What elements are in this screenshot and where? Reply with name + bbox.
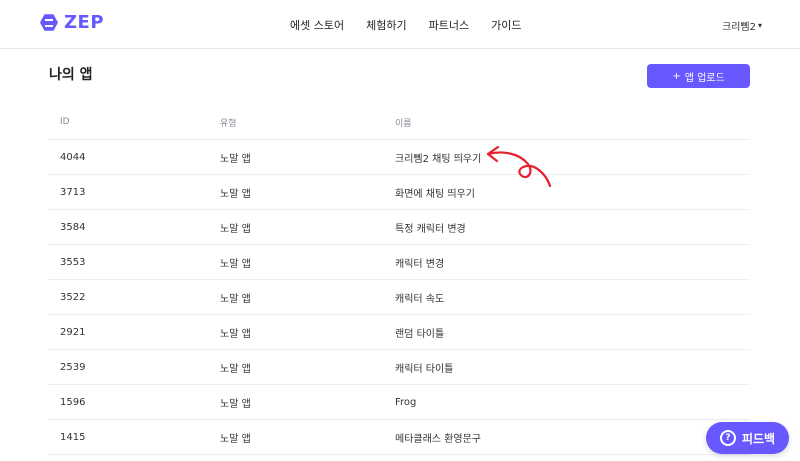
logo-text: ZEP: [64, 12, 105, 33]
row-id: 2539: [60, 361, 86, 373]
apps-table: ID 유형 이름 4044 노말 앱 크리뻼2 채팅 띄우기 3713 노말 앱…: [48, 105, 750, 455]
row-name: 캐릭터 타이틀: [395, 363, 454, 375]
column-header-type: 유형: [220, 118, 237, 129]
table-row[interactable]: 1415 노말 앱 메타클래스 환영문구: [48, 420, 750, 455]
row-type: 노말 앱: [220, 363, 251, 375]
zep-logo-icon: [40, 14, 58, 31]
row-id: 4044: [60, 151, 86, 163]
row-type: 노말 앱: [220, 223, 251, 235]
user-menu[interactable]: 크리뻼2 ▾: [722, 18, 762, 33]
row-id: 3522: [60, 291, 86, 303]
table-header: ID 유형 이름: [48, 105, 750, 140]
table-row[interactable]: 1596 노말 앱 Frog: [48, 385, 750, 420]
row-name: 특정 캐릭터 변경: [395, 223, 466, 235]
row-type: 노말 앱: [220, 258, 251, 270]
row-name: 랜덤 타이틀: [395, 328, 445, 340]
row-type: 노말 앱: [220, 153, 251, 165]
row-name: 크리뻼2 채팅 띄우기: [395, 153, 482, 165]
row-id: 3584: [60, 221, 86, 233]
caret-down-icon: ▾: [757, 21, 762, 30]
row-name: Frog: [395, 396, 417, 408]
row-type: 노말 앱: [220, 328, 251, 340]
table-row[interactable]: 3553 노말 앱 캐릭터 변경: [48, 245, 750, 280]
row-id: 3553: [60, 256, 86, 268]
zep-logo[interactable]: ZEP: [40, 12, 104, 33]
feedback-button[interactable]: ? 피드백: [706, 422, 789, 454]
page-title: 나의 앱: [49, 67, 93, 83]
row-type: 노말 앱: [220, 433, 251, 445]
upload-app-label: 앱 업로드: [684, 72, 725, 84]
row-id: 3713: [60, 186, 86, 198]
row-type: 노말 앱: [220, 188, 251, 200]
row-id: 2921: [60, 326, 86, 338]
row-id: 1415: [60, 431, 86, 443]
plus-icon: +: [672, 70, 681, 82]
user-name: 크리뻼2: [722, 22, 756, 33]
column-header-name: 이름: [395, 118, 412, 129]
row-name: 캐릭터 속도: [395, 293, 445, 305]
nav-asset-store[interactable]: 에셋 스토어: [290, 17, 344, 33]
annotation-arrow-icon: [486, 145, 552, 188]
help-circle-icon: ?: [719, 430, 736, 446]
row-type: 노말 앱: [220, 398, 251, 410]
row-name: 메타클래스 환영문구: [395, 433, 481, 445]
table-row[interactable]: 3584 노말 앱 특정 캐릭터 변경: [48, 210, 750, 245]
nav-partners[interactable]: 파트너스: [429, 17, 469, 33]
feedback-label: 피드백: [741, 431, 776, 446]
table-row[interactable]: 4044 노말 앱 크리뻼2 채팅 띄우기: [48, 140, 750, 175]
main-nav: 에셋 스토어 체험하기 파트너스 가이드: [290, 17, 521, 33]
nav-guide[interactable]: 가이드: [491, 17, 521, 33]
table-row[interactable]: 2921 노말 앱 랜덤 타이틀: [48, 315, 750, 350]
table-row[interactable]: 3713 노말 앱 화면에 채팅 띄우기: [48, 175, 750, 210]
row-type: 노말 앱: [220, 293, 251, 305]
row-id: 1596: [60, 396, 86, 408]
row-name: 화면에 채팅 띄우기: [395, 188, 475, 200]
upload-app-button[interactable]: + 앱 업로드: [647, 64, 750, 88]
table-row[interactable]: 3522 노말 앱 캐릭터 속도: [48, 280, 750, 315]
row-name: 캐릭터 변경: [395, 258, 445, 270]
nav-try[interactable]: 체험하기: [366, 17, 406, 33]
column-header-id: ID: [60, 117, 70, 127]
table-row[interactable]: 2539 노말 앱 캐릭터 타이틀: [48, 350, 750, 385]
top-header: ZEP 에셋 스토어 체험하기 파트너스 가이드 크리뻼2 ▾: [0, 0, 800, 49]
